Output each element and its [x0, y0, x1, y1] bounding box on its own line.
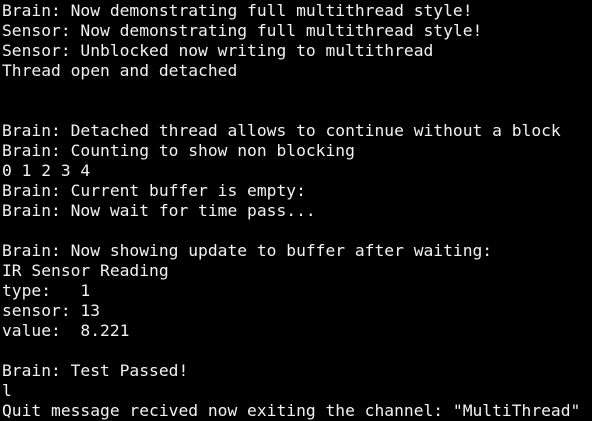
- terminal-line: sensor: 13: [2, 301, 101, 320]
- terminal-output[interactable]: Brain: Now demonstrating full multithrea…: [0, 0, 592, 421]
- terminal-line: Brain: Now wait for time pass...: [2, 201, 316, 220]
- terminal-line: IR Sensor Reading: [2, 261, 169, 280]
- terminal-line: Brain: Current buffer is empty:: [2, 181, 306, 200]
- terminal-line: Sensor: Now demonstrating full multithre…: [2, 21, 483, 40]
- terminal-line: 0 1 2 3 4: [2, 161, 91, 180]
- terminal-line: type: 1: [2, 281, 91, 300]
- terminal-line: Brain: Now demonstrating full multithrea…: [2, 1, 473, 20]
- terminal-line: Brain: Now showing update to buffer afte…: [2, 241, 493, 260]
- terminal-line: Brain: Detached thread allows to continu…: [2, 121, 561, 140]
- terminal-line: Thread open and detached: [2, 61, 238, 80]
- terminal-line: Brain: Counting to show non blocking: [2, 141, 355, 160]
- terminal-line: l: [2, 381, 12, 400]
- terminal-line: Brain: Test Passed!: [2, 361, 189, 380]
- terminal-line: value: 8.221: [2, 321, 130, 340]
- terminal-line: Quit message recived now exiting the cha…: [2, 401, 581, 420]
- terminal-line: Sensor: Unblocked now writing to multith…: [2, 41, 434, 60]
